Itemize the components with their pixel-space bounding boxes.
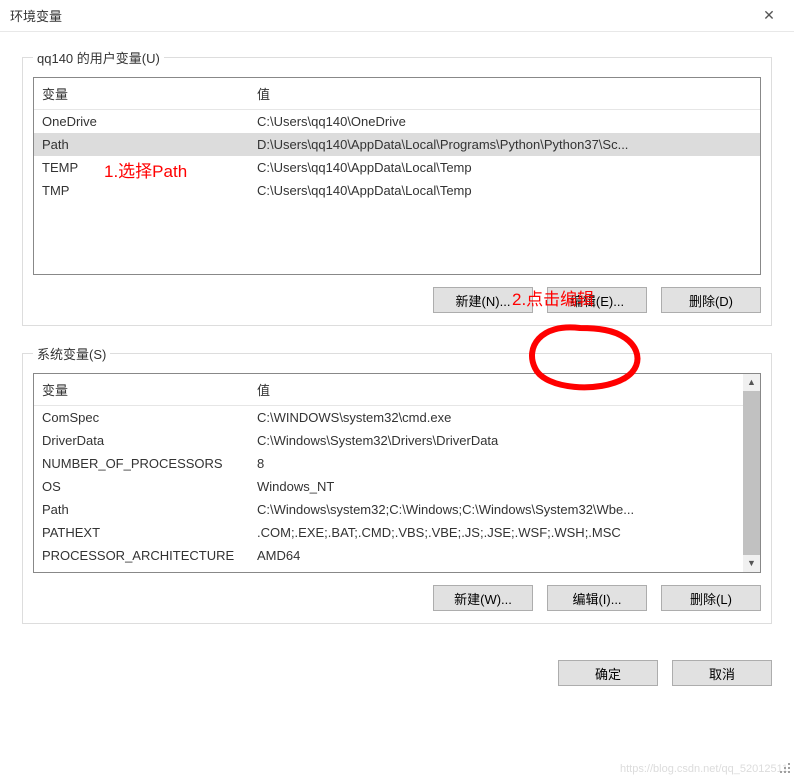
table-row[interactable]: OS Windows_NT xyxy=(34,475,760,498)
header-value[interactable]: 值 xyxy=(249,374,760,405)
cell-val: C:\Users\qq140\AppData\Local\Temp xyxy=(249,156,760,179)
edit-user-var-button[interactable]: 编辑(E)... xyxy=(547,287,647,313)
table-row[interactable]: TMP C:\Users\qq140\AppData\Local\Temp xyxy=(34,179,760,202)
cell-var: NUMBER_OF_PROCESSORS xyxy=(34,452,249,475)
cell-var: Path xyxy=(34,498,249,521)
cell-val: C:\Users\qq140\OneDrive xyxy=(249,110,760,133)
cell-val: C:\Users\qq140\AppData\Local\Temp xyxy=(249,179,760,202)
cell-val: Windows_NT xyxy=(249,475,760,498)
cell-val: AMD64 xyxy=(249,544,760,567)
user-variables-group: qq140 的用户变量(U) 变量 值 OneDrive C:\Users\qq… xyxy=(22,48,772,326)
user-vars-table[interactable]: 变量 值 OneDrive C:\Users\qq140\OneDrive Pa… xyxy=(33,77,761,275)
table-header: 变量 值 xyxy=(34,78,760,110)
new-user-var-button[interactable]: 新建(N)... xyxy=(433,287,533,313)
table-row[interactable]: OneDrive C:\Users\qq140\OneDrive xyxy=(34,110,760,133)
table-row[interactable]: ComSpec C:\WINDOWS\system32\cmd.exe xyxy=(34,406,760,429)
delete-user-var-button[interactable]: 删除(D) xyxy=(661,287,761,313)
cell-val: D:\Users\qq140\AppData\Local\Programs\Py… xyxy=(249,133,760,156)
table-header: 变量 值 xyxy=(34,374,760,406)
system-vars-table[interactable]: 变量 值 ComSpec C:\WINDOWS\system32\cmd.exe… xyxy=(33,373,761,573)
close-icon[interactable]: ✕ xyxy=(754,7,784,24)
header-variable[interactable]: 变量 xyxy=(34,78,249,109)
table-row[interactable]: Path C:\Windows\system32;C:\Windows;C:\W… xyxy=(34,498,760,521)
table-row[interactable]: Path D:\Users\qq140\AppData\Local\Progra… xyxy=(34,133,760,156)
cell-val: .COM;.EXE;.BAT;.CMD;.VBS;.VBE;.JS;.JSE;.… xyxy=(249,521,760,544)
scroll-thumb[interactable] xyxy=(743,391,760,555)
table-row[interactable]: DriverData C:\Windows\System32\Drivers\D… xyxy=(34,429,760,452)
cell-var: PROCESSOR_ARCHITECTURE xyxy=(34,544,249,567)
delete-system-var-button[interactable]: 删除(L) xyxy=(661,585,761,611)
new-system-var-button[interactable]: 新建(W)... xyxy=(433,585,533,611)
header-variable[interactable]: 变量 xyxy=(34,374,249,405)
scrollbar[interactable]: ▲ ▼ xyxy=(743,374,760,572)
cancel-button[interactable]: 取消 xyxy=(672,660,772,686)
cell-val: C:\Windows\System32\Drivers\DriverData xyxy=(249,429,760,452)
scroll-down-icon[interactable]: ▼ xyxy=(743,555,760,572)
user-vars-buttons: 新建(N)... 编辑(E)... 删除(D) xyxy=(33,287,761,313)
watermark: https://blog.csdn.net/qq_52012511 xyxy=(620,763,788,775)
table-row[interactable]: PATHEXT .COM;.EXE;.BAT;.CMD;.VBS;.VBE;.J… xyxy=(34,521,760,544)
cell-var: OS xyxy=(34,475,249,498)
header-value[interactable]: 值 xyxy=(249,78,760,109)
titlebar: 环境变量 ✕ xyxy=(0,0,794,32)
cell-var: OneDrive xyxy=(34,110,249,133)
system-vars-legend: 系统变量(S) xyxy=(33,344,110,363)
user-vars-legend: qq140 的用户变量(U) xyxy=(33,48,164,67)
system-vars-buttons: 新建(W)... 编辑(I)... 删除(L) xyxy=(33,585,761,611)
cell-var: TEMP xyxy=(34,156,249,179)
table-row[interactable]: NUMBER_OF_PROCESSORS 8 xyxy=(34,452,760,475)
dialog-buttons: 确定 取消 xyxy=(0,652,794,686)
table-row[interactable]: TEMP C:\Users\qq140\AppData\Local\Temp xyxy=(34,156,760,179)
cell-var: PATHEXT xyxy=(34,521,249,544)
system-variables-group: 系统变量(S) 变量 值 ComSpec C:\WINDOWS\system32… xyxy=(22,344,772,624)
resize-grip-icon[interactable] xyxy=(780,763,792,775)
cell-var: Path xyxy=(34,133,249,156)
cell-var: ComSpec xyxy=(34,406,249,429)
window-title: 环境变量 xyxy=(10,6,62,25)
ok-button[interactable]: 确定 xyxy=(558,660,658,686)
scroll-up-icon[interactable]: ▲ xyxy=(743,374,760,391)
dialog-content: qq140 的用户变量(U) 变量 值 OneDrive C:\Users\qq… xyxy=(0,32,794,652)
table-row[interactable]: PROCESSOR_ARCHITECTURE AMD64 xyxy=(34,544,760,567)
cell-val: C:\Windows\system32;C:\Windows;C:\Window… xyxy=(249,498,760,521)
cell-val: 8 xyxy=(249,452,760,475)
cell-var: TMP xyxy=(34,179,249,202)
cell-var: DriverData xyxy=(34,429,249,452)
cell-val: C:\WINDOWS\system32\cmd.exe xyxy=(249,406,760,429)
edit-system-var-button[interactable]: 编辑(I)... xyxy=(547,585,647,611)
